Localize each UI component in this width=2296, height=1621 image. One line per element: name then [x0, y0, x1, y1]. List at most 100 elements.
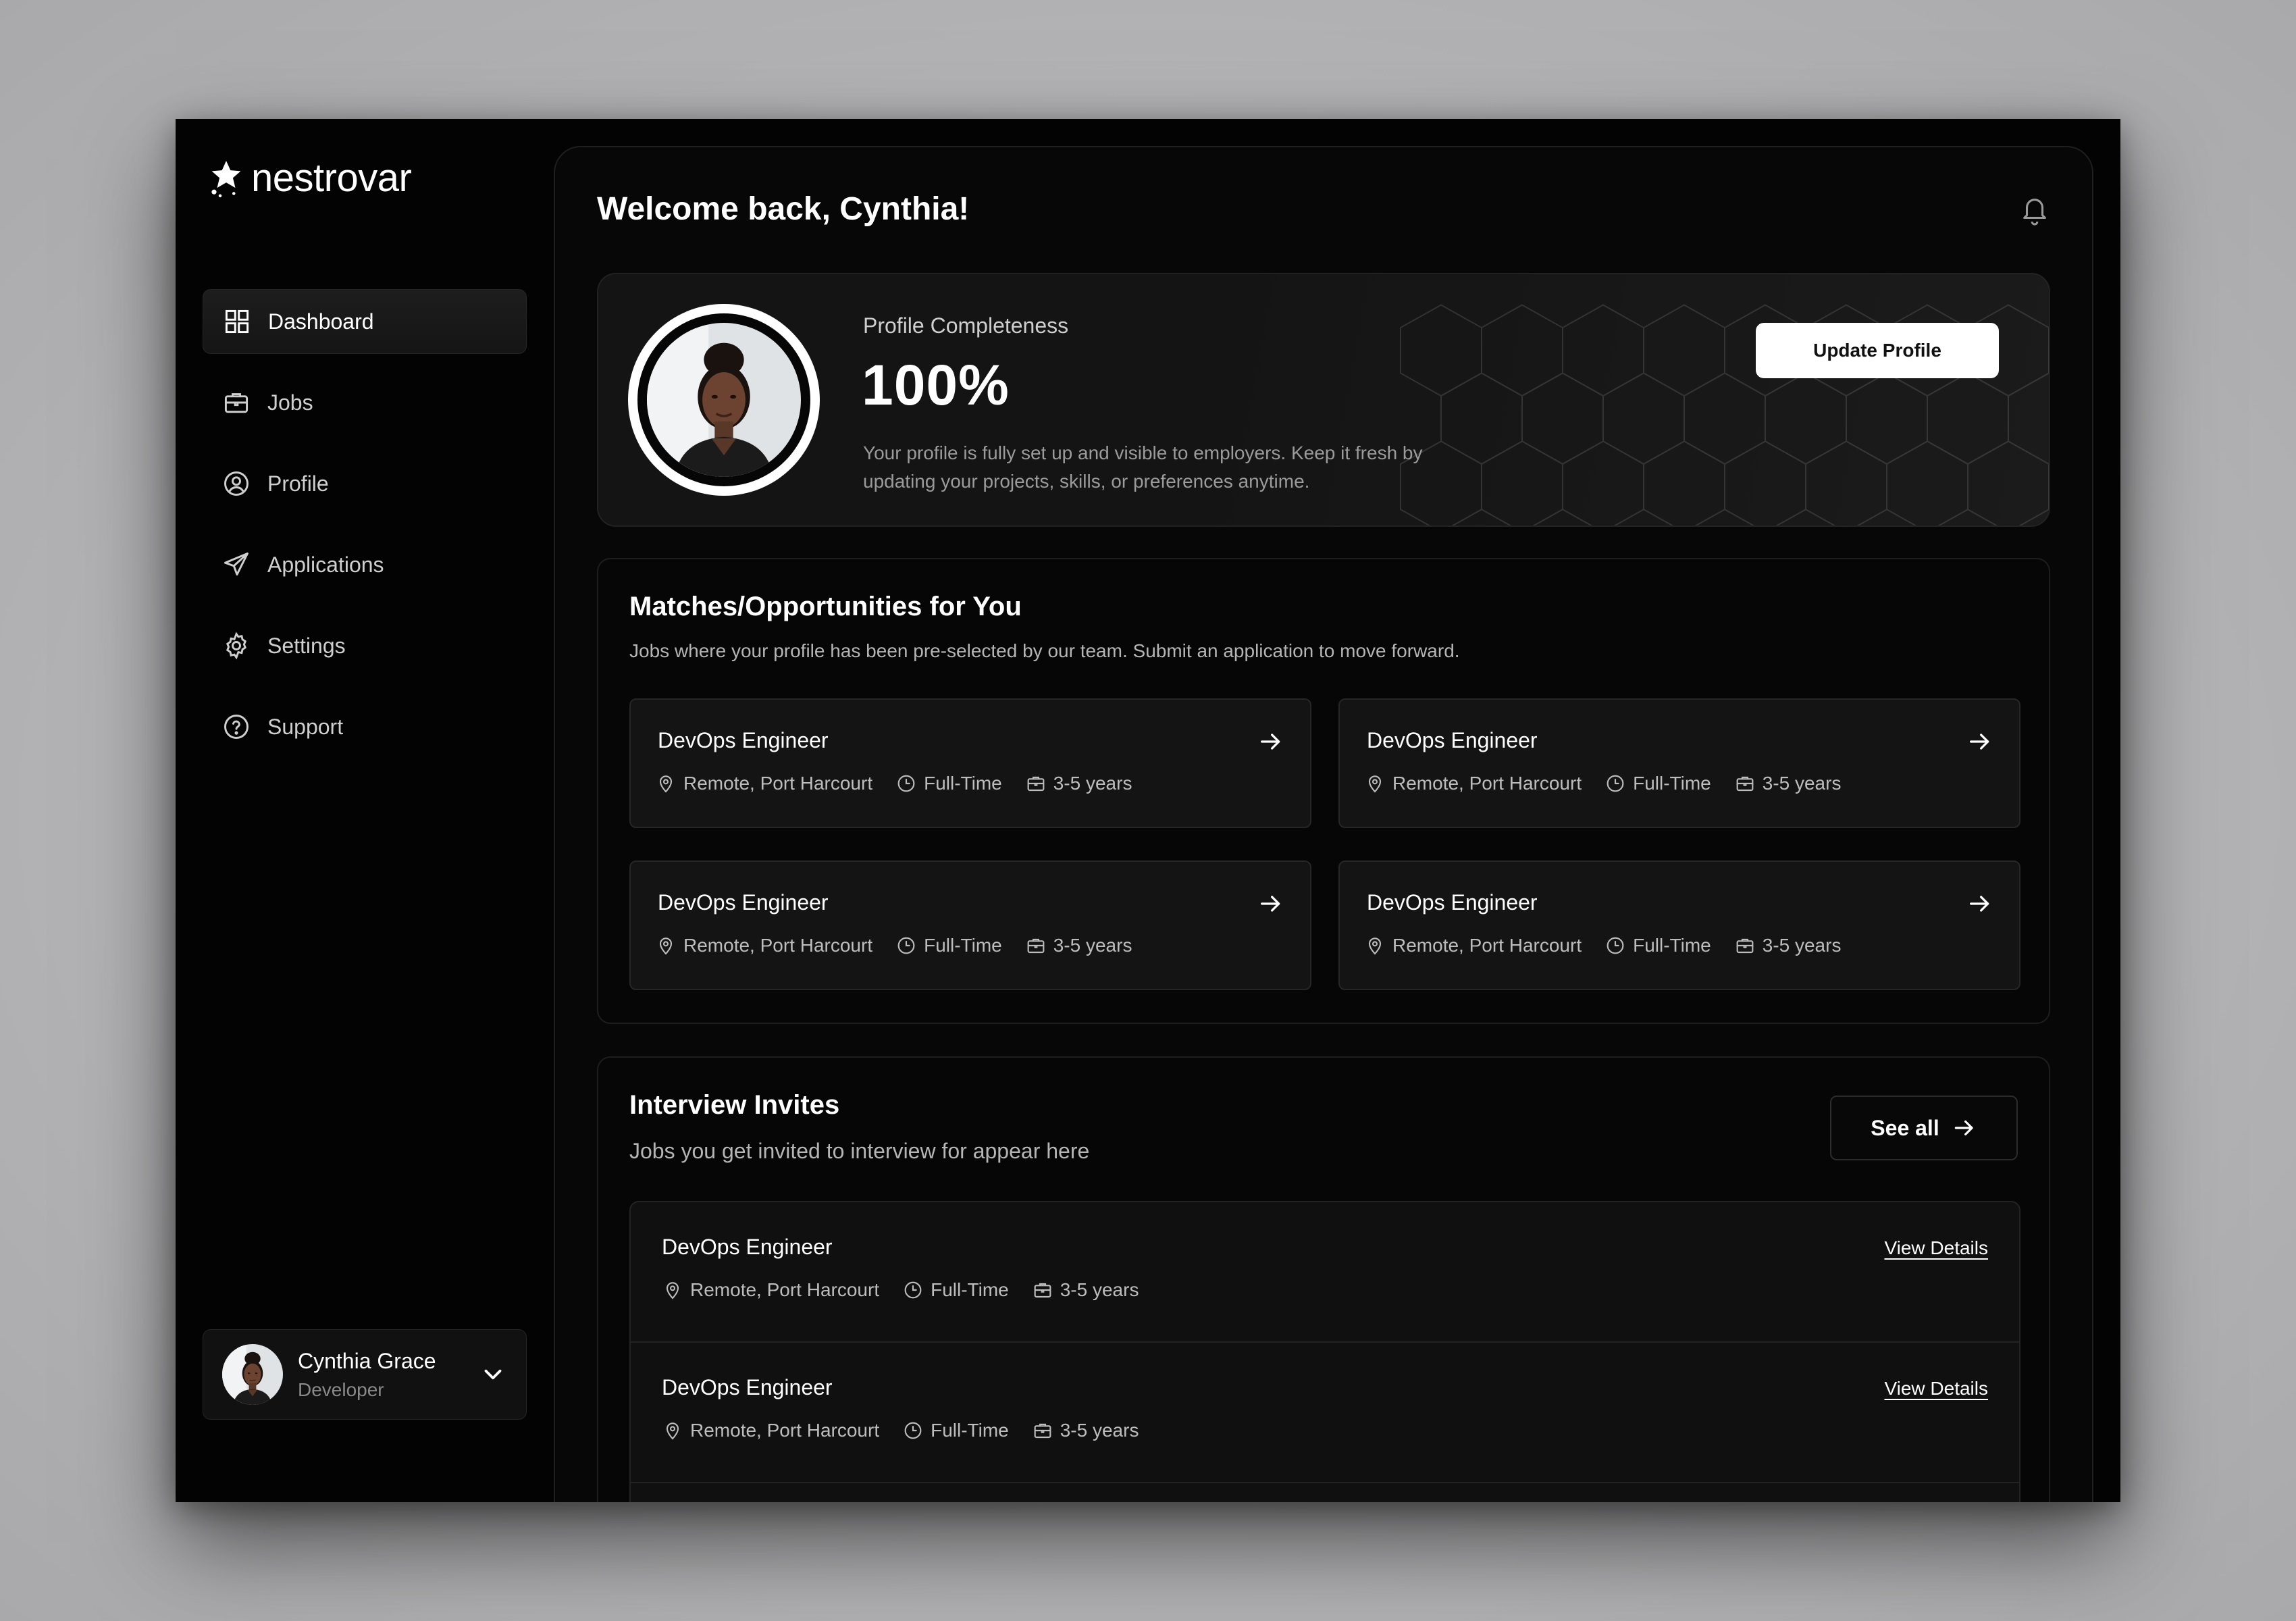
profile-progress-ring [628, 304, 820, 496]
user-circle-icon [224, 471, 249, 496]
job-type: Full-Time [1633, 773, 1711, 794]
invites-title: Interview Invites [629, 1090, 840, 1120]
logo[interactable]: nestrovar [208, 155, 412, 201]
bell-icon[interactable] [2019, 193, 2050, 227]
invite-type: Full-Time [931, 1420, 1009, 1441]
job-experience: 3-5 years [1762, 773, 1842, 794]
location-pin-icon [655, 935, 677, 956]
brand-name: nestrovar [251, 156, 412, 200]
job-card[interactable]: DevOps Engineer Remote, Port Harcourt Fu… [1338, 860, 2020, 990]
hexagon-pattern [1400, 304, 2049, 525]
invite-type: Full-Time [931, 1279, 1009, 1300]
user-role: Developer [298, 1379, 384, 1400]
avatar [222, 1344, 283, 1405]
clock-icon [902, 1420, 924, 1441]
gear-icon [226, 632, 246, 660]
job-card[interactable]: DevOps Engineer Remote, Port Harcourt Fu… [629, 698, 1311, 828]
logo-icon [211, 160, 241, 197]
interview-invites-section: Interview Invites Jobs you get invited t… [597, 1056, 2050, 1502]
briefcase-icon [221, 388, 251, 417]
briefcase-icon [1734, 773, 1756, 794]
job-experience: 3-5 years [1762, 935, 1842, 956]
job-experience: 3-5 years [1053, 935, 1132, 956]
arrow-right-icon [1952, 1115, 1977, 1141]
matches-title: Matches/Opportunities for You [629, 592, 1022, 621]
job-experience: 3-5 years [1053, 773, 1132, 794]
view-details-link[interactable]: View Details [1884, 1378, 1988, 1399]
invite-title: DevOps Engineer [662, 1375, 833, 1399]
user-name: Cynthia Grace [298, 1348, 436, 1373]
clock-icon [902, 1279, 924, 1301]
arrow-right-icon[interactable] [1966, 890, 1993, 917]
job-card[interactable]: DevOps Engineer Remote, Port Harcourt Fu… [629, 860, 1311, 990]
invite-location: Remote, Port Harcourt [690, 1420, 880, 1441]
see-all-button[interactable]: See all [1830, 1096, 2018, 1160]
clock-icon [1604, 773, 1626, 794]
briefcase-icon [1032, 1420, 1053, 1441]
main-content: Welcome back, Cynthia! Profile Completen… [554, 146, 2093, 1502]
job-title: DevOps Engineer [1367, 890, 1538, 915]
job-title: DevOps Engineer [1367, 728, 1538, 752]
sidebar-item-label: Support [267, 714, 344, 739]
sidebar-item-label: Profile [267, 471, 329, 496]
arrow-right-icon[interactable] [1966, 728, 1993, 755]
view-details-link[interactable]: View Details [1884, 1237, 1988, 1259]
see-all-label: See all [1871, 1115, 1939, 1140]
sidebar-item-label: Jobs [267, 390, 313, 415]
briefcase-icon [1025, 773, 1047, 794]
job-location: Remote, Port Harcourt [683, 935, 873, 956]
invite-list: DevOps Engineer View Details Remote, Por… [629, 1201, 2020, 1502]
location-pin-icon [1364, 773, 1386, 794]
matches-subtitle: Jobs where your profile has been pre-sel… [629, 640, 1460, 661]
profile-completeness-value: 100% [862, 353, 1010, 417]
briefcase-icon [1025, 935, 1047, 956]
arrow-right-icon[interactable] [1257, 890, 1284, 917]
sidebar: nestrovar Dashboard Jobs Profile Applica… [176, 119, 554, 1502]
app-window: nestrovar Dashboard Jobs Profile Applica… [176, 119, 2120, 1502]
job-location: Remote, Port Harcourt [683, 773, 873, 794]
send-icon [224, 552, 249, 576]
briefcase-icon [1032, 1279, 1053, 1301]
location-pin-icon [655, 773, 677, 794]
list-item[interactable]: DevOps Engineer View Details Remote, Por… [631, 1202, 2019, 1343]
clock-icon [895, 773, 917, 794]
job-location: Remote, Port Harcourt [1392, 773, 1582, 794]
profile-completeness-description: Your profile is fully set up and visible… [863, 442, 1423, 492]
job-type: Full-Time [924, 773, 1002, 794]
sidebar-item-profile[interactable]: Profile [203, 451, 527, 516]
job-card[interactable]: DevOps Engineer Remote, Port Harcourt Fu… [1338, 698, 2020, 828]
sidebar-item-label: Dashboard [268, 309, 374, 334]
location-pin-icon [662, 1420, 683, 1441]
sidebar-item-applications[interactable]: Applications [203, 532, 527, 597]
clock-icon [1604, 935, 1626, 956]
avatar [647, 323, 801, 477]
help-circle-icon [224, 715, 249, 739]
job-location: Remote, Port Harcourt [1392, 935, 1582, 956]
arrow-right-icon[interactable] [1257, 728, 1284, 755]
sidebar-nav: Dashboard Jobs Profile Applications Sett… [203, 289, 527, 775]
location-pin-icon [662, 1279, 683, 1301]
location-pin-icon [1364, 935, 1386, 956]
user-menu[interactable]: Cynthia Grace Developer [203, 1329, 527, 1420]
invite-location: Remote, Port Harcourt [690, 1279, 880, 1300]
sidebar-item-jobs[interactable]: Jobs [203, 370, 527, 435]
sidebar-item-label: Applications [267, 552, 384, 577]
briefcase-icon [1734, 935, 1756, 956]
update-profile-button[interactable]: Update Profile [1756, 323, 1999, 378]
matches-section: Matches/Opportunities for You Jobs where… [597, 558, 2050, 1024]
sidebar-item-dashboard[interactable]: Dashboard [203, 289, 527, 354]
job-type: Full-Time [924, 935, 1002, 956]
sidebar-item-support[interactable]: Support [203, 694, 527, 759]
job-title: DevOps Engineer [658, 728, 829, 752]
clock-icon [895, 935, 917, 956]
profile-completeness-card: Profile Completeness 100% Your profile i… [597, 273, 2050, 527]
sidebar-item-settings[interactable]: Settings [203, 613, 527, 678]
invites-subtitle: Jobs you get invited to interview for ap… [629, 1139, 1090, 1163]
job-type: Full-Time [1633, 935, 1711, 956]
invite-title: DevOps Engineer [662, 1235, 833, 1259]
list-item[interactable]: DevOps Engineer View Details Remote, Por… [631, 1343, 2019, 1483]
invite-experience: 3-5 years [1060, 1279, 1139, 1300]
invite-experience: 3-5 years [1060, 1420, 1139, 1441]
sidebar-item-label: Settings [267, 633, 346, 658]
chevron-down-icon[interactable] [479, 1360, 507, 1389]
